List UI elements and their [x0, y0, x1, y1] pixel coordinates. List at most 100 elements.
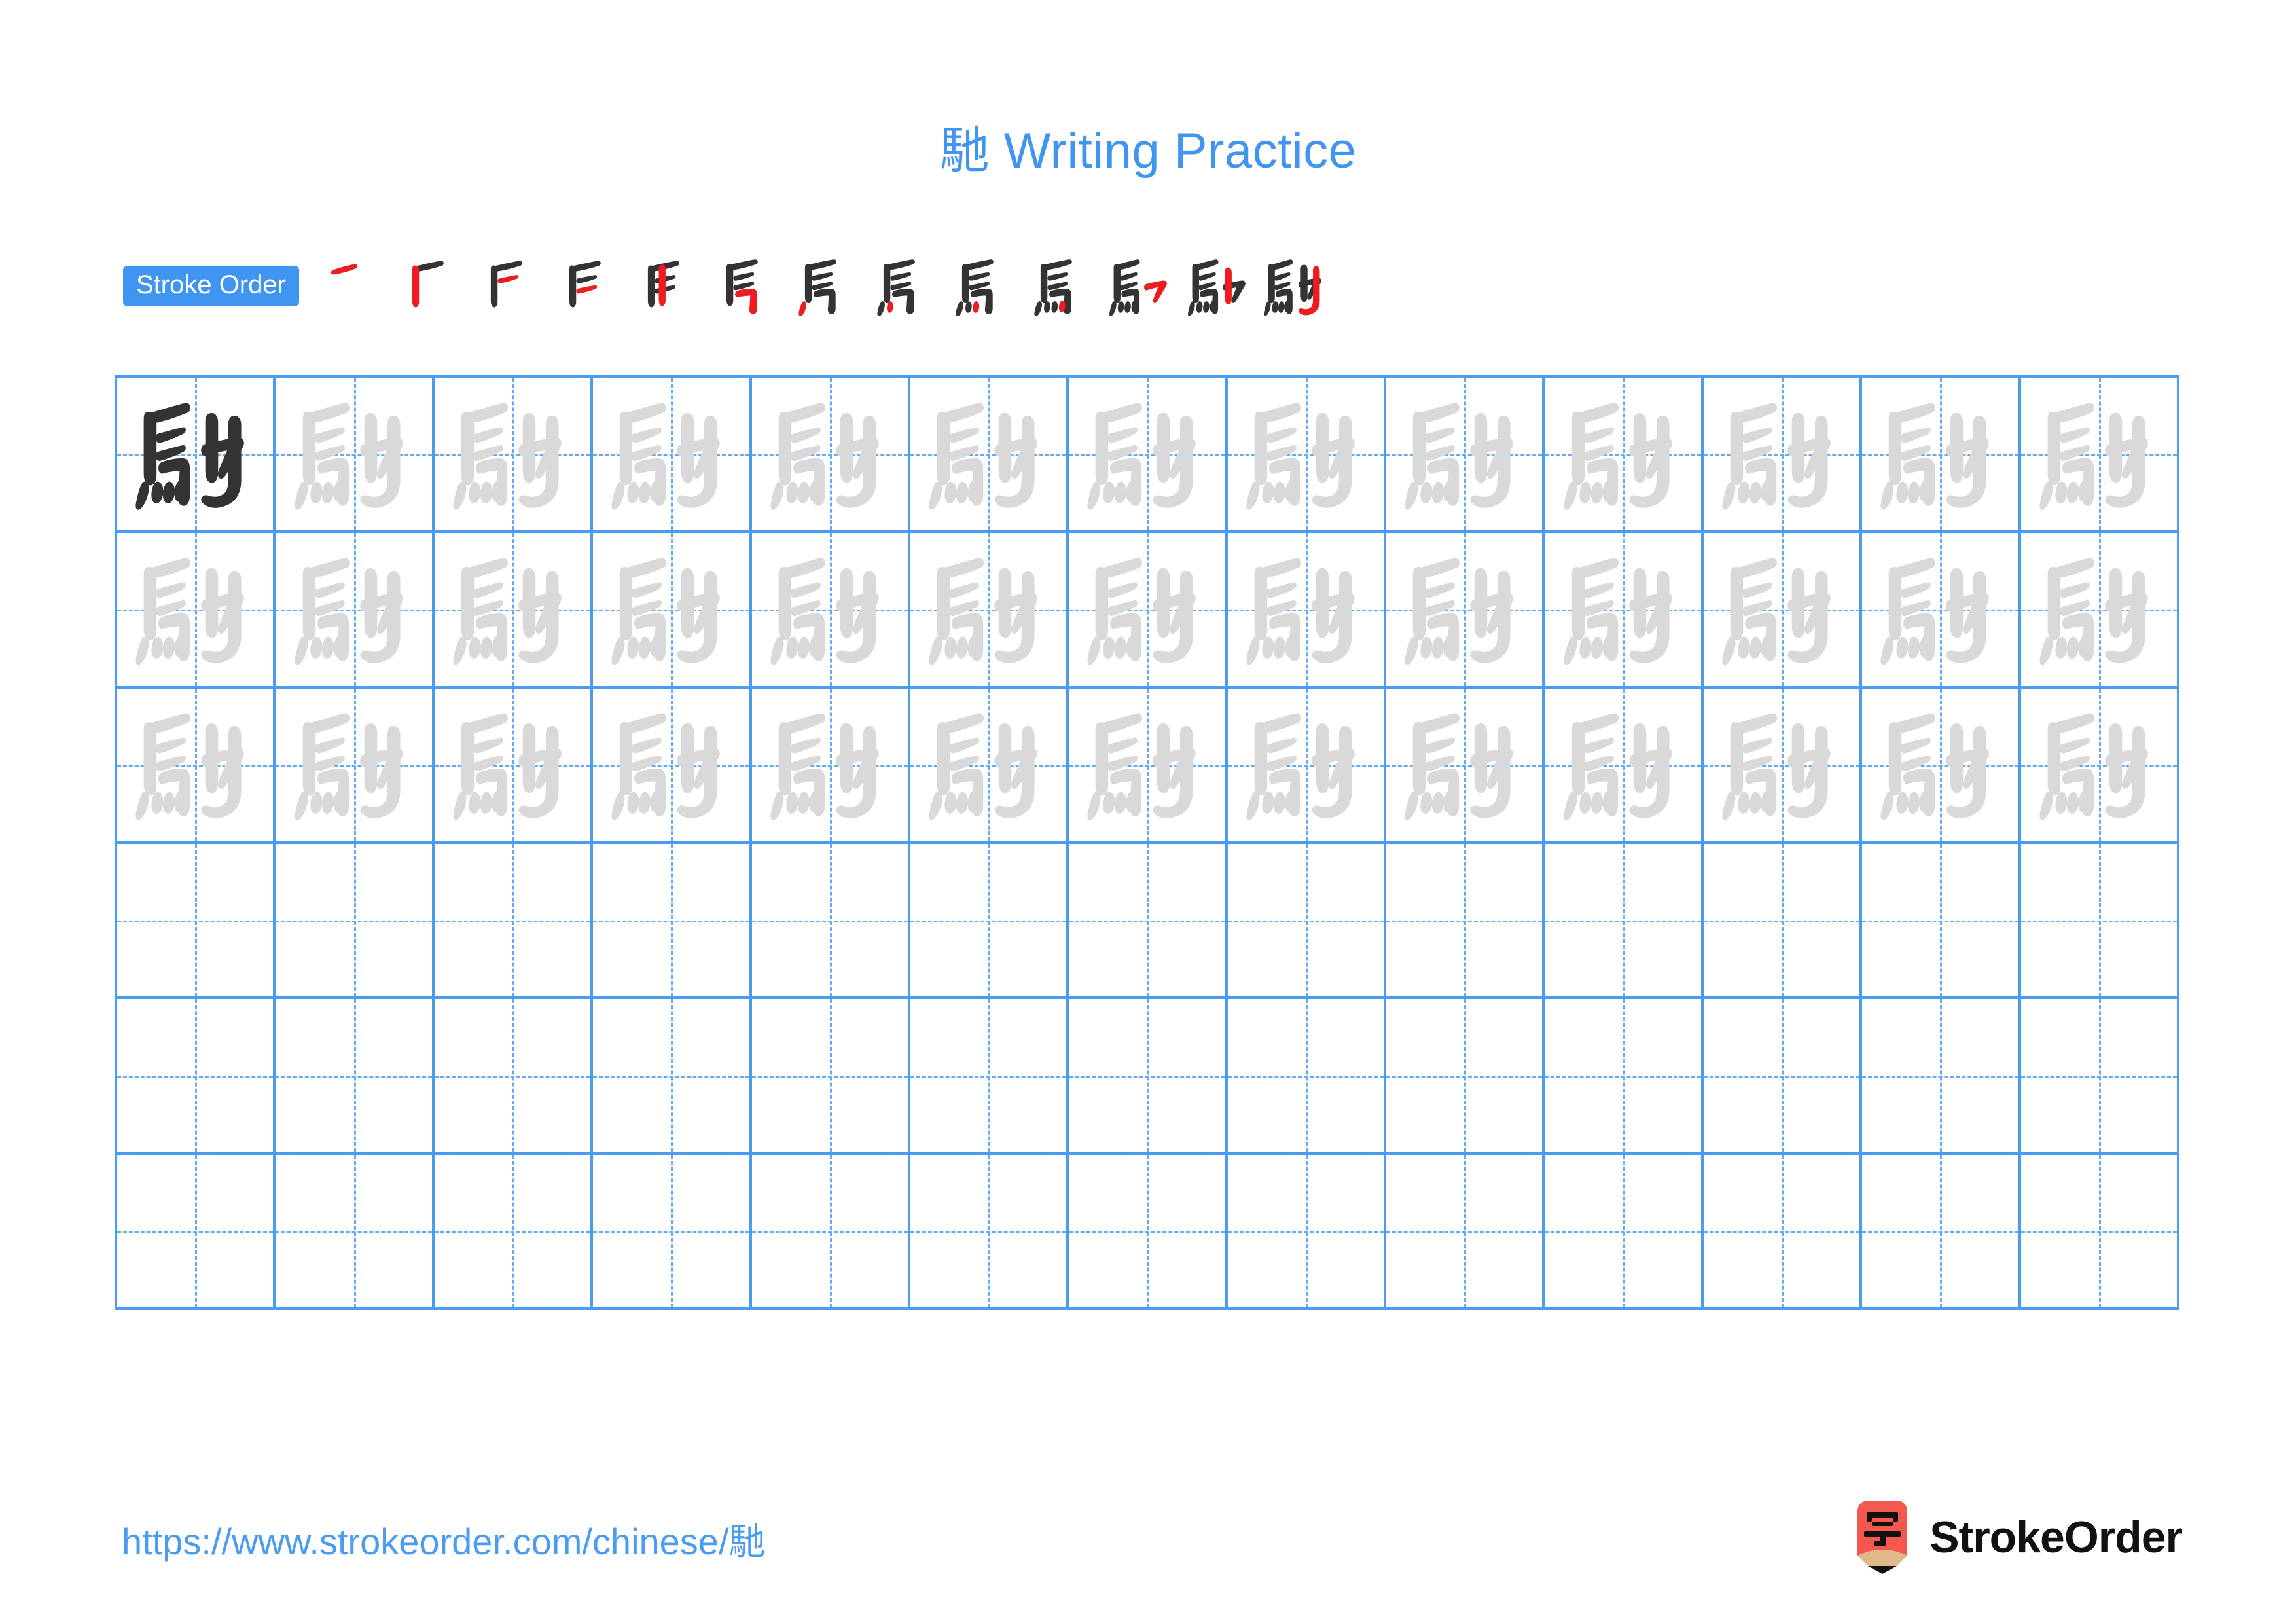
page-title: 馳 Writing Practice: [939, 123, 1357, 179]
trace-character: [131, 701, 259, 829]
practice-cell[interactable]: [593, 1154, 752, 1310]
practice-cell[interactable]: [910, 533, 1069, 689]
practice-cell[interactable]: [1386, 999, 1545, 1155]
practice-cell[interactable]: [1069, 843, 1228, 1000]
practice-cell[interactable]: [117, 843, 276, 1000]
practice-cell[interactable]: [2020, 1154, 2179, 1310]
practice-cell[interactable]: [2020, 533, 2179, 689]
stroke-step-10: [1020, 250, 1099, 322]
practice-cell[interactable]: [1227, 1154, 1387, 1310]
practice-cell[interactable]: [1227, 843, 1387, 1000]
practice-cell[interactable]: [593, 378, 752, 534]
practice-cell[interactable]: [1703, 378, 1863, 534]
trace-character: [1559, 701, 1687, 829]
practice-cell[interactable]: [1703, 533, 1863, 689]
practice-cell[interactable]: [434, 533, 594, 689]
practice-cell[interactable]: [593, 688, 752, 844]
practice-cell[interactable]: [1386, 688, 1545, 844]
practice-cell[interactable]: [2020, 688, 2179, 844]
practice-cell[interactable]: [751, 999, 910, 1155]
practice-cell[interactable]: [1545, 688, 1704, 844]
stroke-order-section: Stroke Order: [123, 250, 1335, 322]
practice-cell[interactable]: [117, 999, 276, 1155]
stroke-step-5: [628, 250, 706, 322]
practice-cell[interactable]: [434, 999, 594, 1155]
practice-cell[interactable]: [910, 1154, 1069, 1310]
practice-cell[interactable]: [751, 843, 910, 1000]
practice-cell[interactable]: [1386, 378, 1545, 534]
practice-cell[interactable]: [910, 843, 1069, 1000]
practice-cell[interactable]: [1069, 999, 1228, 1155]
practice-cell[interactable]: [117, 1154, 276, 1310]
practice-cell[interactable]: [276, 843, 435, 1000]
practice-cell[interactable]: [117, 533, 276, 689]
practice-cell[interactable]: [276, 1154, 435, 1310]
practice-cell[interactable]: [593, 843, 752, 1000]
practice-cell[interactable]: [1069, 688, 1228, 844]
practice-cell[interactable]: [1862, 843, 2021, 1000]
practice-cell[interactable]: [1227, 688, 1387, 844]
practice-cell[interactable]: [434, 843, 594, 1000]
practice-cell[interactable]: [1862, 688, 2021, 844]
practice-cell[interactable]: [1069, 533, 1228, 689]
practice-cell[interactable]: [593, 999, 752, 1155]
practice-cell[interactable]: [2020, 378, 2179, 534]
practice-cell[interactable]: [751, 533, 910, 689]
practice-cell[interactable]: [1545, 378, 1704, 534]
footer-url[interactable]: https://www.strokeorder.com/chinese/馳: [122, 1512, 766, 1565]
practice-cell[interactable]: [1703, 1154, 1863, 1310]
trace-character: [1400, 701, 1528, 829]
stroke-step-9: [942, 250, 1020, 322]
stroke-step-4: [549, 250, 628, 322]
practice-cell[interactable]: [593, 533, 752, 689]
practice-cell[interactable]: [1545, 999, 1704, 1155]
practice-cell[interactable]: [1069, 378, 1228, 534]
practice-cell[interactable]: [276, 999, 435, 1155]
trace-character: [924, 390, 1052, 519]
practice-cell[interactable]: [910, 999, 1069, 1155]
practice-cell[interactable]: [751, 688, 910, 844]
practice-cell[interactable]: [434, 378, 594, 534]
trace-character: [1876, 701, 2004, 829]
practice-cell[interactable]: [2020, 999, 2179, 1155]
stroke-step-3: [471, 250, 549, 322]
practice-cell[interactable]: [117, 688, 276, 844]
practice-cell[interactable]: [117, 378, 276, 534]
stroke-order-badge: Stroke Order: [123, 266, 299, 306]
practice-cell[interactable]: [1227, 999, 1387, 1155]
practice-cell[interactable]: [1545, 533, 1704, 689]
practice-cell[interactable]: [1703, 843, 1863, 1000]
practice-cell[interactable]: [1386, 533, 1545, 689]
practice-cell[interactable]: [434, 688, 594, 844]
practice-cell[interactable]: [1862, 1154, 2021, 1310]
trace-character: [448, 701, 577, 829]
practice-cell[interactable]: [1862, 533, 2021, 689]
trace-character: [131, 545, 259, 674]
practice-cell[interactable]: [1862, 378, 2021, 534]
practice-cell[interactable]: [1545, 1154, 1704, 1310]
trace-character: [2035, 545, 2163, 674]
practice-cell[interactable]: [276, 533, 435, 689]
practice-cell[interactable]: [1703, 688, 1863, 844]
practice-cell[interactable]: [276, 688, 435, 844]
practice-cell[interactable]: [1545, 843, 1704, 1000]
practice-cell[interactable]: [1862, 999, 2021, 1155]
stroke-step-7: [785, 250, 863, 322]
practice-cell[interactable]: [910, 378, 1069, 534]
brand-logo[interactable]: StrokeOrder: [1852, 1501, 2183, 1574]
stroke-order-step-list: [314, 250, 1335, 322]
trace-character: [1242, 545, 1370, 674]
practice-cell[interactable]: [1227, 533, 1387, 689]
practice-cell[interactable]: [1227, 378, 1387, 534]
practice-cell[interactable]: [1386, 1154, 1545, 1310]
practice-cell[interactable]: [434, 1154, 594, 1310]
practice-cell[interactable]: [2020, 843, 2179, 1000]
practice-cell[interactable]: [910, 688, 1069, 844]
stroke-step-13: [1256, 250, 1335, 322]
practice-cell[interactable]: [751, 1154, 910, 1310]
practice-cell[interactable]: [1386, 843, 1545, 1000]
practice-cell[interactable]: [1703, 999, 1863, 1155]
practice-cell[interactable]: [751, 378, 910, 534]
practice-cell[interactable]: [1069, 1154, 1228, 1310]
practice-cell[interactable]: [276, 378, 435, 534]
